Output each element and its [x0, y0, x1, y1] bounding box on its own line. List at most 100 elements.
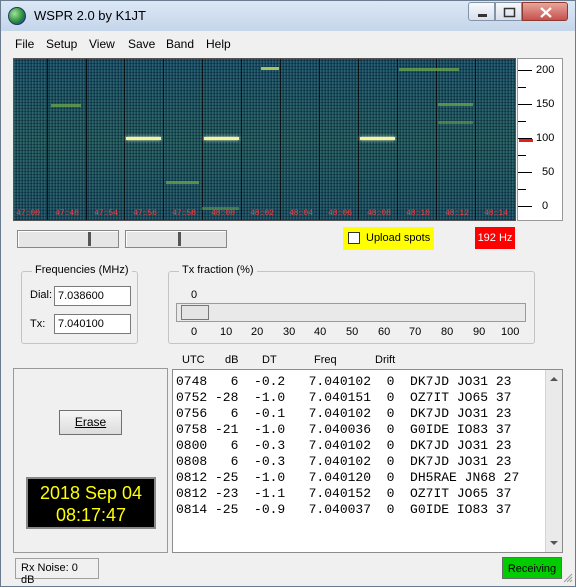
signal-trace	[399, 68, 459, 71]
tx-frequency-field[interactable]: 7.040100	[54, 314, 131, 334]
column-header-db: dB	[225, 354, 239, 366]
minimize-button[interactable]	[468, 2, 495, 21]
tx-offset-indicator: 192 Hz	[475, 227, 515, 249]
waterfall-time-label: 48:04	[289, 209, 314, 218]
signal-trace	[360, 137, 395, 140]
frequencies-group-title: Frequencies (MHz)	[32, 264, 132, 276]
tx-fraction-slider[interactable]	[176, 303, 526, 322]
tx-fraction-thumb[interactable]	[181, 305, 209, 320]
waterfall-time-label: 48:00	[211, 209, 236, 218]
decode-row[interactable]: 0752 -28 -1.0 7.040151 0 OZ7IT JO65 37	[176, 390, 511, 406]
scale-label: 150	[536, 98, 555, 110]
scroll-down-icon[interactable]	[546, 535, 562, 551]
signal-trace	[261, 67, 279, 70]
tx-fraction-tick: 100	[501, 326, 520, 338]
upload-spots-checkbox[interactable]	[348, 232, 360, 244]
decode-row[interactable]: 0812 -25 -1.0 7.040120 0 DH5RAE JN68 27	[176, 470, 519, 486]
decode-row[interactable]: 0808 6 -0.3 7.040102 0 DK7JD JO31 23	[176, 454, 511, 470]
dial-label: Dial:	[30, 289, 53, 301]
decode-row[interactable]: 0748 6 -0.2 7.040102 0 DK7JD JO31 23	[176, 374, 511, 390]
rx-noise-status: Rx Noise: 0 dB	[15, 558, 99, 586]
signal-trace	[438, 103, 473, 106]
minimize-icon	[478, 14, 487, 17]
slider-thumb[interactable]	[88, 232, 91, 246]
waterfall-display[interactable]: 47:00 47:48 47:54 47:56 47:58 48:00 48:0…	[13, 58, 516, 221]
decode-row[interactable]: 0756 6 -0.1 7.040102 0 DK7JD JO31 23	[176, 406, 511, 422]
waterfall-divider	[47, 59, 48, 220]
signal-trace	[438, 121, 473, 124]
waterfall-divider	[436, 59, 437, 220]
waterfall-time-label: 48:10	[406, 209, 431, 218]
tx-fraction-tick: 80	[441, 326, 454, 338]
vertical-scrollbar[interactable]	[545, 370, 562, 552]
scale-minor-tick	[518, 189, 526, 190]
menu-setup[interactable]: Setup	[46, 37, 77, 51]
tx-fraction-value: 0	[191, 289, 198, 301]
waterfall-time-label: 48:02	[250, 209, 275, 218]
scale-minor-tick	[518, 121, 526, 122]
tx-label: Tx:	[30, 318, 46, 330]
scroll-up-icon[interactable]	[546, 371, 562, 387]
tx-fraction-group-title: Tx fraction (%)	[179, 264, 257, 276]
waterfall-time-label: 47:54	[94, 209, 119, 218]
erase-button-label: Erase	[74, 415, 107, 429]
decode-row[interactable]: 0812 -23 -1.1 7.040152 0 OZ7IT JO65 37	[176, 486, 511, 502]
waterfall-divider	[241, 59, 242, 220]
waterfall-divider	[475, 59, 476, 220]
tx-fraction-tick: 70	[409, 326, 422, 338]
column-header-utc: UTC	[182, 354, 205, 366]
waterfall-time-label: 47:56	[133, 209, 158, 218]
tx-fraction-tick: 20	[251, 326, 264, 338]
tx-fraction-tick: 30	[283, 326, 296, 338]
slider-thumb[interactable]	[178, 232, 181, 246]
tx-fraction-tick: 40	[314, 326, 327, 338]
menu-band[interactable]: Band	[166, 37, 194, 51]
decoded-messages-list[interactable]: 0748 6 -0.2 7.040102 0 DK7JD JO31 23 075…	[172, 369, 563, 553]
menu-file[interactable]: File	[15, 37, 34, 51]
contrast-slider[interactable]	[125, 230, 227, 248]
close-button[interactable]	[522, 2, 568, 21]
upload-spots-label: Upload spots	[366, 232, 431, 244]
decode-row[interactable]: 0814 -25 -0.9 7.040037 0 G0IDE IO83 37	[176, 502, 511, 518]
menu-help[interactable]: Help	[206, 37, 231, 51]
waterfall-time-label: 47:58	[172, 209, 197, 218]
frequencies-group: Frequencies (MHz) Dial: 7.038600 Tx: 7.0…	[21, 264, 138, 344]
erase-button[interactable]: Erase	[59, 410, 122, 435]
decode-row[interactable]: 0758 -21 -1.0 7.040036 0 G0IDE IO83 37	[176, 422, 511, 438]
signal-trace	[166, 181, 199, 184]
column-header-dt: DT	[262, 354, 277, 366]
title-bar[interactable]: WSPR 2.0 by K1JT	[1, 1, 575, 31]
scale-minor-tick	[518, 87, 526, 88]
scale-label: 100	[536, 132, 555, 144]
decode-row[interactable]: 0800 6 -0.3 7.040102 0 DK7JD JO31 23	[176, 438, 511, 454]
waterfall-divider	[202, 59, 203, 220]
menu-view[interactable]: View	[89, 37, 115, 51]
scale-major-tick	[518, 104, 532, 105]
brightness-slider[interactable]	[17, 230, 119, 248]
frequency-scale: 200 150 100 50 0	[517, 58, 563, 221]
tx-frequency-marker	[519, 139, 533, 142]
waterfall-time-label: 48:08	[367, 209, 392, 218]
waterfall-time-label: 47:48	[55, 209, 80, 218]
scale-minor-tick	[518, 155, 526, 156]
resize-grip-icon[interactable]	[563, 573, 573, 583]
tx-fraction-tick: 10	[220, 326, 233, 338]
scale-major-tick	[518, 70, 532, 71]
waterfall-time-label: 48:06	[328, 209, 353, 218]
utc-clock: 2018 Sep 04 08:17:47	[26, 477, 156, 529]
waterfall-noise	[14, 59, 515, 220]
window-title: WSPR 2.0 by K1JT	[34, 8, 146, 23]
tx-fraction-tick: 50	[346, 326, 359, 338]
dial-frequency-field[interactable]: 7.038600	[54, 286, 131, 306]
signal-trace	[126, 137, 161, 140]
signal-trace	[51, 104, 81, 107]
globe-icon	[8, 7, 26, 25]
upload-spots-toggle[interactable]: Upload spots	[343, 227, 434, 250]
receiving-status: Receiving	[502, 557, 562, 579]
tx-fraction-tick: 0	[191, 326, 198, 338]
scale-label: 200	[536, 64, 555, 76]
maximize-button[interactable]	[495, 2, 522, 21]
menu-save[interactable]: Save	[128, 37, 155, 51]
close-icon	[540, 7, 552, 18]
scale-major-tick	[518, 172, 532, 173]
